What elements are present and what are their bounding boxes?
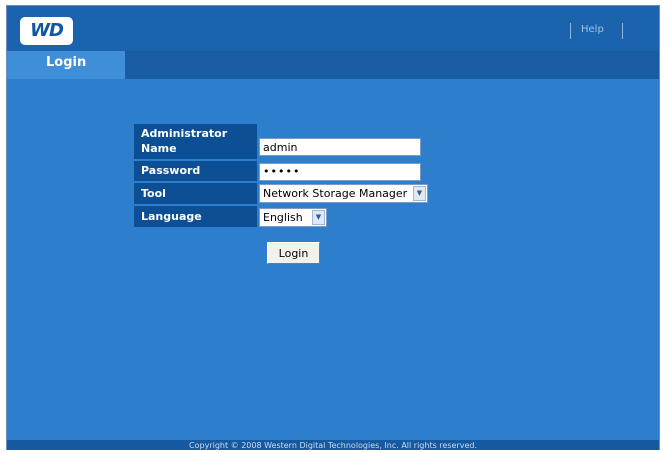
admin-name-label: Administrator Name (134, 124, 257, 159)
wd-logo: WD (20, 17, 73, 45)
chevron-down-icon[interactable]: ▼ (413, 186, 426, 201)
password-label: Password (134, 161, 257, 181)
tool-select[interactable]: Network Storage Manager ▼ (259, 184, 428, 203)
login-button[interactable]: Login (267, 242, 320, 264)
tool-selected-value: Network Storage Manager (263, 187, 408, 200)
tab-bar: Login (7, 51, 659, 79)
app-window: WD Help Login Administrator Name Passwor… (6, 5, 660, 450)
admin-name-label-line2: Name (141, 142, 177, 155)
admin-name-label-line1: Administrator (141, 127, 228, 140)
password-input[interactable]: ••••• (259, 163, 421, 181)
help-link[interactable]: Help (581, 24, 604, 35)
language-select[interactable]: English ▼ (259, 208, 327, 227)
admin-name-input[interactable] (259, 138, 421, 156)
header-bar: WD Help (7, 6, 659, 51)
tab-login[interactable]: Login (7, 51, 125, 79)
tool-label: Tool (134, 183, 257, 204)
divider (622, 23, 623, 39)
divider (570, 23, 571, 39)
chevron-down-icon[interactable]: ▼ (312, 210, 325, 225)
footer-copyright: Copyright © 2008 Western Digital Technol… (7, 440, 659, 450)
language-selected-value: English (263, 211, 303, 224)
language-label: Language (134, 206, 257, 227)
tab-bar-fill (125, 51, 659, 79)
